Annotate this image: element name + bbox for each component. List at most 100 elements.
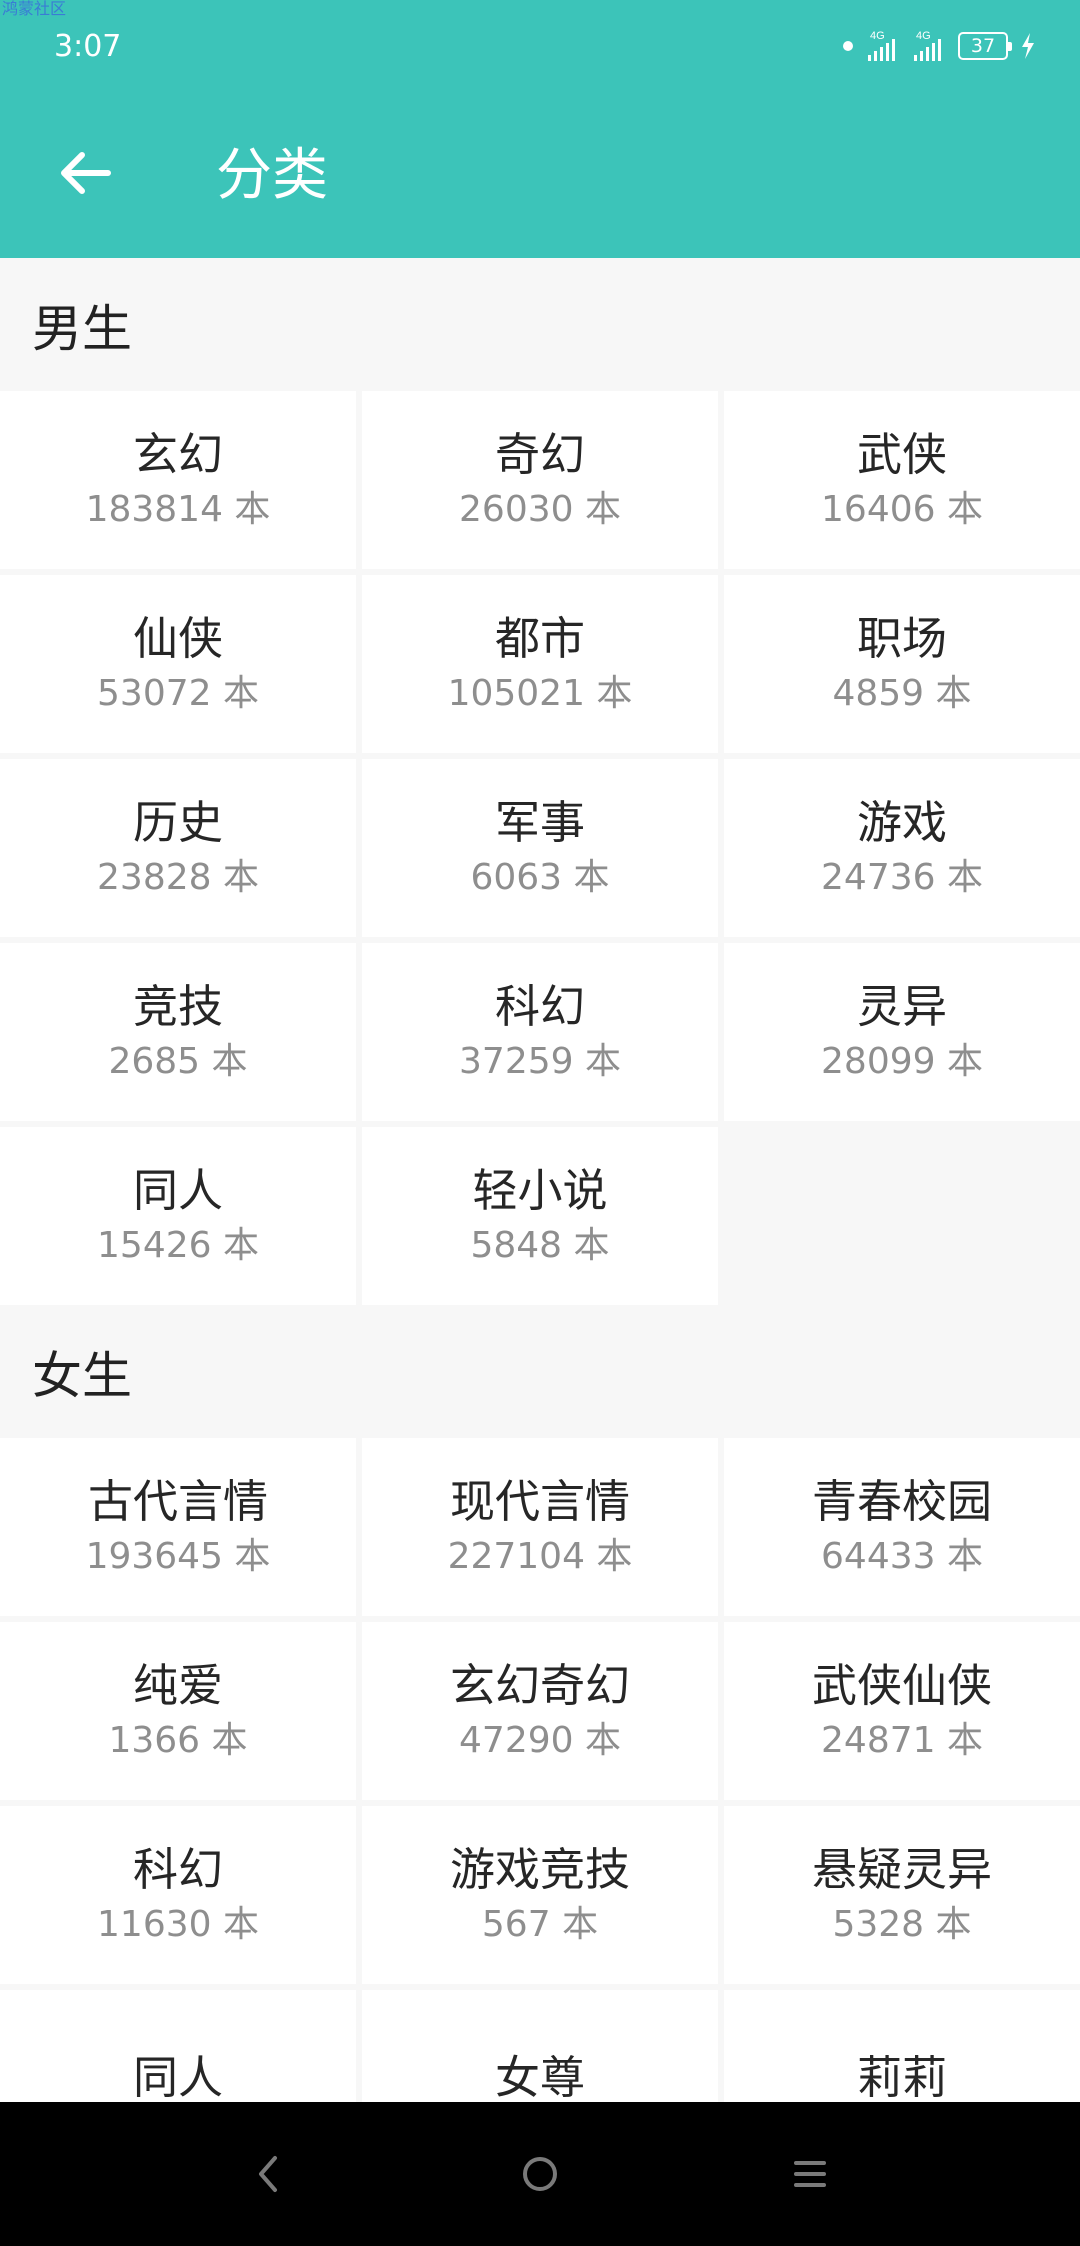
book-count: 183814 本 bbox=[85, 489, 271, 530]
category-name: 灵异 bbox=[856, 980, 947, 1033]
category-cell[interactable]: 武侠 16406 本 bbox=[724, 391, 1080, 569]
category-cell[interactable]: 青春校园 64433 本 bbox=[724, 1438, 1080, 1616]
category-name: 武侠仙侠 bbox=[811, 1659, 992, 1712]
category-name: 玄幻奇幻 bbox=[449, 1659, 630, 1712]
page-title: 分类 bbox=[216, 143, 328, 208]
category-name: 现代言情 bbox=[449, 1475, 630, 1528]
book-count: 11630 本 bbox=[97, 1904, 259, 1945]
book-count: 193645 本 bbox=[85, 1536, 271, 1577]
category-name: 职场 bbox=[856, 612, 947, 665]
book-count: 4859 本 bbox=[832, 673, 972, 714]
category-name: 悬疑灵异 bbox=[811, 1843, 992, 1896]
app-header: 鸿蒙社区 3:07 4G 4G 37 分类 bbox=[0, 0, 1080, 258]
category-cell[interactable]: 历史 23828 本 bbox=[0, 759, 356, 937]
arrow-left-icon bbox=[61, 152, 111, 194]
nav-back-button[interactable] bbox=[238, 2144, 298, 2204]
status-icons: 4G 4G 37 bbox=[842, 26, 1036, 66]
battery-icon: 37 bbox=[958, 32, 1012, 60]
category-name: 莉莉 bbox=[856, 2051, 947, 2102]
watermark: 鸿蒙社区 bbox=[2, 0, 67, 18]
category-name: 武侠 bbox=[856, 428, 947, 481]
recents-menu-icon bbox=[794, 2161, 826, 2187]
signal-4g-icon-2: 4G bbox=[914, 30, 941, 61]
book-count: 53072 本 bbox=[97, 673, 259, 714]
status-time: 3:07 bbox=[54, 29, 122, 64]
category-name: 竞技 bbox=[132, 980, 223, 1033]
category-cell[interactable]: 竞技 2685 本 bbox=[0, 943, 356, 1121]
category-name: 都市 bbox=[494, 612, 585, 665]
category-name: 纯爱 bbox=[132, 1659, 223, 1712]
notification-dot-icon bbox=[843, 41, 853, 51]
circle-home-icon bbox=[523, 2157, 557, 2191]
category-name: 同人 bbox=[132, 2051, 223, 2102]
category-name: 游戏 bbox=[856, 796, 947, 849]
category-cell[interactable]: 职场 4859 本 bbox=[724, 575, 1080, 753]
category-cell[interactable]: 科幻 11630 本 bbox=[0, 1806, 356, 1984]
category-cell[interactable]: 都市 105021 本 bbox=[362, 575, 718, 753]
book-count: 28099 本 bbox=[821, 1041, 983, 1082]
category-cell[interactable]: 游戏 24736 本 bbox=[724, 759, 1080, 937]
category-cell[interactable]: 女尊 bbox=[362, 1990, 718, 2102]
category-cell[interactable]: 悬疑灵异 5328 本 bbox=[724, 1806, 1080, 1984]
category-cell[interactable]: 游戏竞技 567 本 bbox=[362, 1806, 718, 1984]
category-name: 游戏竞技 bbox=[449, 1843, 630, 1896]
book-count: 47290 本 bbox=[459, 1720, 621, 1761]
book-count: 23828 本 bbox=[97, 857, 259, 898]
category-name: 历史 bbox=[132, 796, 223, 849]
category-name: 军事 bbox=[494, 796, 585, 849]
category-name: 玄幻 bbox=[132, 428, 223, 481]
book-count: 37259 本 bbox=[459, 1041, 621, 1082]
book-count: 15426 本 bbox=[97, 1225, 259, 1266]
category-cell[interactable]: 武侠仙侠 24871 本 bbox=[724, 1622, 1080, 1800]
book-count: 24736 本 bbox=[821, 857, 983, 898]
section-male: 男生 玄幻 183814 本 奇幻 26030 本 武侠 16406 本 仙侠 5307… bbox=[0, 258, 1080, 1305]
triangle-back-icon bbox=[259, 2156, 277, 2192]
nav-home-button[interactable] bbox=[510, 2144, 570, 2204]
category-cell[interactable]: 现代言情 227104 本 bbox=[362, 1438, 718, 1616]
category-name: 轻小说 bbox=[472, 1164, 608, 1217]
category-name: 科幻 bbox=[494, 980, 585, 1033]
category-name: 同人 bbox=[132, 1164, 223, 1217]
book-count: 24871 本 bbox=[821, 1720, 983, 1761]
category-name: 女尊 bbox=[494, 2051, 585, 2102]
category-cell[interactable]: 灵异 28099 本 bbox=[724, 943, 1080, 1121]
book-count: 26030 本 bbox=[459, 489, 621, 530]
section-title: 男生 bbox=[0, 258, 1080, 391]
category-cell[interactable]: 玄幻奇幻 47290 本 bbox=[362, 1622, 718, 1800]
book-count: 64433 本 bbox=[821, 1536, 983, 1577]
category-cell[interactable]: 军事 6063 本 bbox=[362, 759, 718, 937]
book-count: 1366 本 bbox=[108, 1720, 248, 1761]
category-cell[interactable]: 奇幻 26030 本 bbox=[362, 391, 718, 569]
nav-recents-button[interactable] bbox=[780, 2144, 840, 2204]
category-cell[interactable]: 古代言情 193645 本 bbox=[0, 1438, 356, 1616]
category-cell[interactable]: 科幻 37259 本 bbox=[362, 943, 718, 1121]
section-female: 女生 古代言情 193645 本 现代言情 227104 本 青春校园 64433 本… bbox=[0, 1305, 1080, 2102]
book-count: 105021 本 bbox=[447, 673, 633, 714]
category-grid-male: 玄幻 183814 本 奇幻 26030 本 武侠 16406 本 仙侠 53072 本… bbox=[0, 391, 1080, 1305]
book-count: 16406 本 bbox=[821, 489, 983, 530]
category-cell[interactable]: 同人 bbox=[0, 1990, 356, 2102]
category-cell[interactable]: 轻小说 5848 本 bbox=[362, 1127, 718, 1305]
back-button[interactable] bbox=[50, 138, 120, 208]
category-list[interactable]: 男生 玄幻 183814 本 奇幻 26030 本 武侠 16406 本 仙侠 5307… bbox=[0, 258, 1080, 2102]
section-title: 女生 bbox=[0, 1305, 1080, 1438]
book-count: 5328 本 bbox=[832, 1904, 972, 1945]
book-count: 5848 本 bbox=[470, 1225, 610, 1266]
category-name: 青春校园 bbox=[811, 1475, 992, 1528]
category-name: 奇幻 bbox=[494, 428, 585, 481]
network-label-1: 4G bbox=[870, 30, 885, 42]
category-name: 古代言情 bbox=[87, 1475, 268, 1528]
signal-4g-icon: 4G bbox=[868, 30, 895, 61]
category-cell[interactable]: 仙侠 53072 本 bbox=[0, 575, 356, 753]
book-count: 2685 本 bbox=[108, 1041, 248, 1082]
category-name: 科幻 bbox=[132, 1843, 223, 1896]
charging-bolt-icon bbox=[1022, 33, 1034, 59]
network-label-2: 4G bbox=[916, 30, 931, 42]
book-count: 6063 本 bbox=[470, 857, 610, 898]
category-cell[interactable]: 同人 15426 本 bbox=[0, 1127, 356, 1305]
category-cell[interactable]: 莉莉 bbox=[724, 1990, 1080, 2102]
category-name: 仙侠 bbox=[132, 612, 223, 665]
book-count: 227104 本 bbox=[447, 1536, 633, 1577]
category-cell[interactable]: 玄幻 183814 本 bbox=[0, 391, 356, 569]
category-cell[interactable]: 纯爱 1366 本 bbox=[0, 1622, 356, 1800]
